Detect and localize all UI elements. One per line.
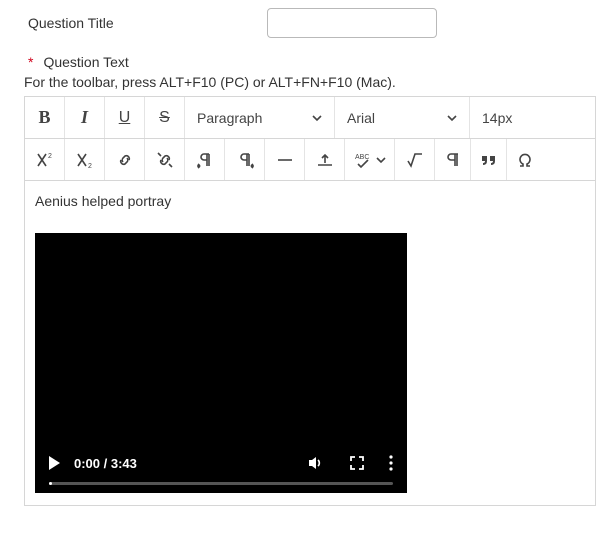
insert-media-icon xyxy=(316,151,334,169)
remove-link-button[interactable] xyxy=(145,139,185,180)
block-format-value: Paragraph xyxy=(197,110,262,126)
content-text: Aenius helped portray xyxy=(35,193,585,209)
font-family-select[interactable]: Arial xyxy=(335,97,470,138)
special-char-button[interactable] xyxy=(507,139,543,180)
required-asterisk: * xyxy=(28,54,33,70)
svg-text:2: 2 xyxy=(48,153,52,160)
video-progress[interactable] xyxy=(49,482,393,485)
video-current-time: 0:00 xyxy=(74,456,100,471)
rich-text-editor: B I U S Paragraph Arial 14px 2 2 xyxy=(24,96,596,506)
quote-icon xyxy=(479,151,499,169)
insert-media-button[interactable] xyxy=(305,139,345,180)
editor-content[interactable]: Aenius helped portray 0:00 / 3:43 xyxy=(25,181,595,505)
math-button[interactable] xyxy=(395,139,435,180)
embedded-video[interactable]: 0:00 / 3:43 xyxy=(35,233,407,493)
blockquote-button[interactable] xyxy=(471,139,507,180)
question-title-input[interactable] xyxy=(267,8,437,38)
show-blocks-button[interactable] xyxy=(435,139,471,180)
font-size-select[interactable]: 14px xyxy=(470,97,560,138)
superscript-button[interactable]: 2 xyxy=(25,139,65,180)
block-format-select[interactable]: Paragraph xyxy=(185,97,335,138)
toolbar-row-1: B I U S Paragraph Arial 14px xyxy=(25,97,595,139)
play-icon[interactable] xyxy=(49,456,60,470)
chevron-down-icon xyxy=(376,155,386,165)
font-size-value: 14px xyxy=(482,110,512,126)
font-family-value: Arial xyxy=(347,110,375,126)
pilcrow-icon xyxy=(445,151,461,169)
spellcheck-icon: ABC xyxy=(353,151,373,169)
video-duration: 3:43 xyxy=(111,456,137,471)
rtl-button[interactable] xyxy=(225,139,265,180)
link-icon xyxy=(116,151,134,169)
chevron-down-icon xyxy=(447,113,457,123)
strike-button[interactable]: S xyxy=(145,97,185,138)
question-text-label: Question Text xyxy=(43,54,128,70)
subscript-icon: 2 xyxy=(75,151,95,169)
horizontal-rule-icon xyxy=(276,151,294,169)
bold-button[interactable]: B xyxy=(25,97,65,138)
svg-text:2: 2 xyxy=(88,163,92,169)
question-title-label: Question Title xyxy=(28,15,168,31)
unlink-icon xyxy=(156,151,174,169)
subscript-button[interactable]: 2 xyxy=(65,139,105,180)
toolbar-row-2: 2 2 ABC xyxy=(25,139,595,181)
spellcheck-button[interactable]: ABC xyxy=(345,139,395,180)
fullscreen-icon[interactable] xyxy=(349,455,365,471)
video-time: 0:00 / 3:43 xyxy=(74,456,137,471)
ltr-button[interactable] xyxy=(185,139,225,180)
ltr-icon xyxy=(196,151,214,169)
underline-button[interactable]: U xyxy=(105,97,145,138)
rtl-icon xyxy=(236,151,254,169)
square-root-icon xyxy=(406,151,424,169)
omega-icon xyxy=(516,151,534,169)
horizontal-rule-button[interactable] xyxy=(265,139,305,180)
chevron-down-icon xyxy=(312,113,322,123)
volume-icon[interactable] xyxy=(307,454,325,472)
video-controls: 0:00 / 3:43 xyxy=(35,444,407,493)
toolbar-hint: For the toolbar, press ALT+F10 (PC) or A… xyxy=(24,74,596,90)
more-icon[interactable] xyxy=(389,455,393,471)
italic-button[interactable]: I xyxy=(65,97,105,138)
insert-link-button[interactable] xyxy=(105,139,145,180)
superscript-icon: 2 xyxy=(35,151,55,169)
